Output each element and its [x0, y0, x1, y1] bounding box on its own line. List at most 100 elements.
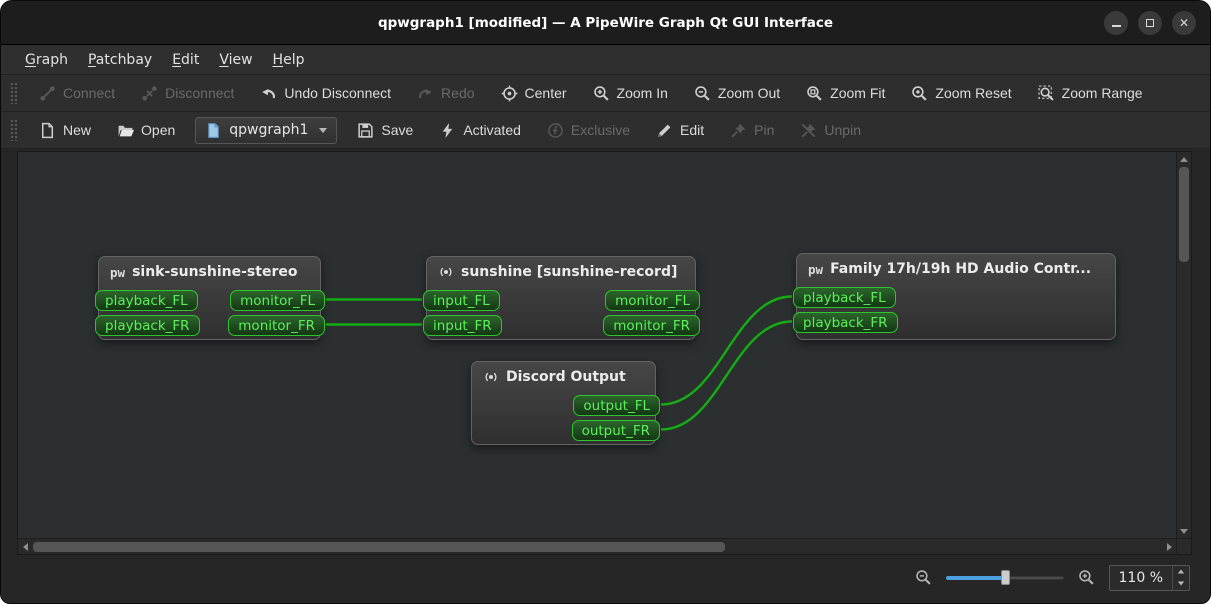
port-monitor-fr[interactable]: monitor_FR [603, 315, 700, 336]
zoom-spin-up-button[interactable] [1173, 566, 1189, 578]
arrow-down-icon [1180, 528, 1188, 534]
zoom-spin-down-button[interactable] [1173, 578, 1189, 590]
port-playback-fl[interactable]: playback_FL [793, 287, 896, 308]
connections-layer [325, 295, 793, 431]
open-button[interactable]: Open [105, 117, 187, 144]
monitor-icon [440, 267, 452, 277]
center-icon [501, 85, 517, 101]
pipewire-icon: pw [808, 261, 824, 277]
new-button[interactable]: New [27, 117, 103, 144]
zoom-slider-fill [945, 575, 1005, 580]
statusbar-zoom-out-button[interactable] [915, 569, 932, 586]
graph-toolbar: Connect Disconnect Undo Disconnect Redo … [1, 75, 1210, 112]
zoom-range-button[interactable]: Zoom Range [1026, 80, 1155, 107]
toolbar-drag-handle[interactable] [10, 119, 18, 141]
port-playback-fl[interactable]: playback_FL [95, 290, 198, 311]
session-selector[interactable]: qpwgraph1 [195, 116, 338, 144]
node-sunshine-record[interactable]: sunshine [sunshine-record] input_FL inpu… [423, 256, 700, 340]
port-input-fr[interactable]: input_FR [423, 315, 502, 336]
menubar: Graph Patchbay Edit View Help [1, 45, 1210, 75]
zoom-out-button[interactable]: Zoom Out [682, 80, 792, 107]
maximize-icon [1146, 18, 1154, 27]
arrow-up-icon [1177, 569, 1185, 574]
zoom-spinbox[interactable]: 110 % [1108, 564, 1190, 591]
exclusive-label: Exclusive [570, 122, 631, 138]
horizontal-scroll-thumb[interactable] [33, 541, 725, 552]
menu-edit[interactable]: Edit [162, 45, 209, 74]
menu-patchbay[interactable]: Patchbay [78, 45, 162, 74]
zoom-range-icon [1038, 84, 1054, 101]
window-title: qpwgraph1 [modified] — A PipeWire Graph … [377, 14, 834, 31]
port-label: monitor_FR [238, 317, 315, 334]
menu-graph[interactable]: Graph [15, 45, 78, 74]
pin-label: Pin [754, 122, 775, 138]
arrow-up-icon [1180, 156, 1188, 162]
open-folder-icon [118, 125, 135, 136]
activated-lightning-icon [443, 122, 453, 138]
node-discord-output[interactable]: Discord Output output_FL output_FR [471, 361, 660, 445]
redo-label: Redo [441, 85, 475, 101]
zoom-fit-button[interactable]: Zoom Fit [794, 80, 897, 107]
zoom-slider-thumb[interactable] [1000, 570, 1010, 585]
toolbar-drag-handle[interactable] [10, 82, 18, 104]
zoom-value[interactable]: 110 % [1110, 566, 1172, 590]
chevron-down-icon [319, 127, 328, 133]
edit-pencil-icon [658, 124, 671, 137]
disconnect-icon [142, 85, 157, 101]
port-input-fl[interactable]: input_FL [423, 290, 500, 311]
port-monitor-fr[interactable]: monitor_FR [228, 315, 325, 336]
menu-help[interactable]: Help [263, 45, 315, 74]
connect-label: Connect [63, 85, 116, 101]
unpin-button[interactable]: Unpin [788, 117, 873, 144]
graph-canvas[interactable]: pw sink-sunshine-stereo playback_FL play… [18, 152, 1176, 538]
zoom-in-button[interactable]: Zoom In [581, 80, 680, 107]
node-header: sunshine [sunshine-record] [427, 257, 695, 284]
zoom-fit-label: Zoom Fit [830, 85, 886, 101]
maximize-button[interactable] [1138, 10, 1162, 35]
connect-icon [40, 85, 55, 101]
vertical-scroll-thumb[interactable] [1179, 167, 1189, 262]
undo-disconnect-button[interactable]: Undo Disconnect [248, 80, 403, 107]
port-playback-fr[interactable]: playback_FR [793, 312, 898, 333]
edit-button[interactable]: Edit [644, 117, 716, 144]
save-button[interactable]: Save [345, 117, 425, 144]
zoom-out-icon [695, 85, 710, 101]
port-output-fr[interactable]: output_FR [571, 420, 660, 441]
activated-button[interactable]: Activated [427, 117, 533, 144]
port-monitor-fl[interactable]: monitor_FL [605, 290, 700, 311]
port-monitor-fl[interactable]: monitor_FL [230, 290, 325, 311]
minimize-button[interactable] [1104, 10, 1128, 35]
app-window: qpwgraph1 [modified] — A PipeWire Graph … [0, 0, 1211, 604]
close-button[interactable]: ✕ [1172, 10, 1196, 35]
scroll-up-button[interactable] [1177, 152, 1191, 166]
save-icon [358, 122, 374, 138]
center-button[interactable]: Center [489, 80, 579, 107]
zoom-reset-button[interactable]: Zoom Reset [899, 80, 1023, 107]
statusbar-zoom-in-button[interactable] [1078, 569, 1095, 586]
window-controls: ✕ [1104, 10, 1196, 35]
connect-button[interactable]: Connect [27, 80, 127, 107]
pin-button[interactable]: Pin [718, 117, 786, 144]
scroll-right-button[interactable] [1162, 540, 1176, 554]
new-label: New [63, 122, 92, 138]
disconnect-button[interactable]: Disconnect [129, 80, 246, 107]
scroll-down-button[interactable] [1177, 524, 1191, 538]
port-playback-fr[interactable]: playback_FR [95, 315, 200, 336]
node-family-hd-audio[interactable]: pw Family 17h/19h HD Audio Contr... play… [793, 253, 1116, 340]
horizontal-scrollbar[interactable] [18, 538, 1176, 554]
port-label: playback_FR [803, 314, 888, 331]
menu-view[interactable]: View [209, 45, 262, 74]
port-label: monitor_FL [615, 292, 690, 309]
port-output-fl[interactable]: output_FL [573, 395, 660, 416]
node-sink-sunshine-stereo[interactable]: pw sink-sunshine-stereo playback_FL play… [95, 256, 325, 340]
redo-button[interactable]: Redo [405, 80, 486, 107]
node-header: pw sink-sunshine-stereo [99, 257, 320, 284]
arrow-left-icon [22, 542, 28, 551]
titlebar[interactable]: qpwgraph1 [modified] — A PipeWire Graph … [1, 1, 1210, 45]
scroll-left-button[interactable] [18, 540, 32, 554]
vertical-scrollbar[interactable] [1176, 152, 1191, 538]
zoom-slider[interactable] [945, 569, 1064, 587]
redo-icon [419, 88, 432, 98]
session-name-label: qpwgraph1 [229, 122, 309, 138]
exclusive-button[interactable]: Exclusive [535, 117, 642, 144]
